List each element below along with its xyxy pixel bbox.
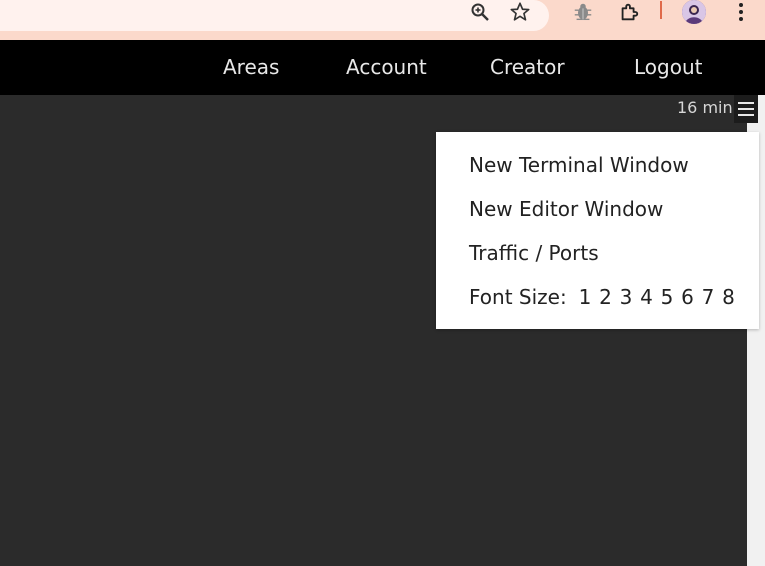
nav-link-creator[interactable]: Creator [490,40,565,95]
hamburger-menu-icon[interactable] [734,95,758,123]
kebab-menu-icon[interactable] [729,0,753,24]
nav-link-logout[interactable]: Logout [634,40,702,95]
menu-item-traffic-ports[interactable]: Traffic / Ports [469,238,599,268]
extensions-icon[interactable] [617,0,641,24]
address-bar[interactable] [0,0,549,31]
avatar[interactable] [682,0,706,24]
font-size-option-6[interactable]: 6 [677,282,698,312]
menu-item-new-editor-window[interactable]: New Editor Window [469,194,663,224]
menu-item-new-terminal-window[interactable]: New Terminal Window [469,150,689,180]
toolbar-separator [660,1,662,19]
font-size-option-4[interactable]: 4 [636,282,657,312]
page: Areas Account Creator Logout 16 min New … [0,0,765,566]
font-size-option-3[interactable]: 3 [616,282,637,312]
font-size-option-8[interactable]: 8 [718,282,739,312]
bug-icon[interactable] [571,0,595,24]
nav-link-areas[interactable]: Areas [223,40,279,95]
nav-link-account[interactable]: Account [346,40,427,95]
dropdown-menu: New Terminal Window New Editor Window Tr… [436,132,759,329]
font-size-option-1[interactable]: 1 [575,282,596,312]
font-size-selector: Font Size: 1 2 3 4 5 6 7 8 [469,282,739,312]
star-icon[interactable] [508,0,532,24]
font-size-label: Font Size: [469,285,567,309]
font-size-option-7[interactable]: 7 [698,282,719,312]
browser-toolbar [0,0,765,40]
font-size-option-2[interactable]: 2 [595,282,616,312]
session-timer: 16 min [677,98,733,117]
app-navbar: Areas Account Creator Logout [0,40,765,95]
zoom-icon[interactable] [468,0,492,24]
font-size-option-5[interactable]: 5 [657,282,678,312]
